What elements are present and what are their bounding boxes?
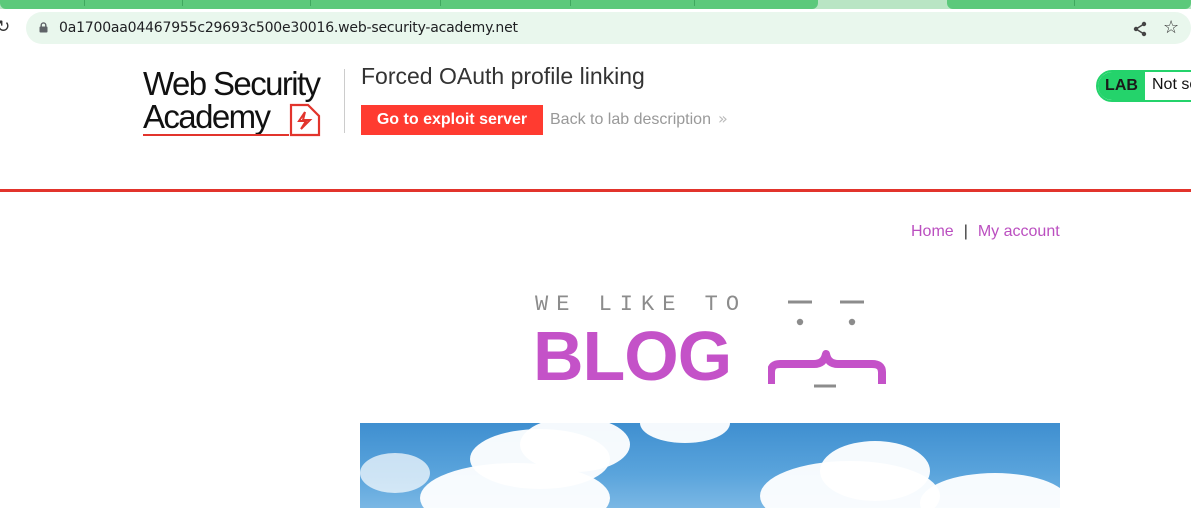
my-account-link[interactable]: My account [978,223,1060,240]
logo-mark-icon [289,103,321,137]
share-icon[interactable] [1132,21,1148,37]
home-link[interactable]: Home [911,223,954,240]
nav-separator: | [963,223,968,240]
tab-separator [694,0,695,6]
cloud [360,453,430,493]
tab-separator [310,0,311,6]
cloud [820,441,930,501]
cloud [640,423,730,443]
blog-hero-image [360,423,1060,508]
double-chevron-right-icon[interactable]: » [718,109,728,128]
lab-title: Forced OAuth profile linking [361,63,645,89]
lock-icon[interactable] [39,22,48,33]
tab-separator [570,0,571,6]
star-icon[interactable]: ☆ [1163,17,1179,38]
browser-tab-strip [0,0,1191,9]
lab-status-text: Not solved [1152,76,1191,93]
browser-tab[interactable] [947,0,1191,9]
browser-tab[interactable] [0,0,818,9]
browser-toolbar: ↻ 0a1700aa04467955c29693c500e30016.web-s… [0,9,1191,47]
web-security-academy-logo[interactable]: Web Security Academy [143,67,343,143]
reload-icon[interactable]: ↻ [0,17,10,37]
logo-underline [143,134,289,136]
tab-separator [84,0,85,6]
lab-status-badge: LAB [1098,72,1145,100]
url-text[interactable]: 0a1700aa04467955c29693c500e30016.web-sec… [59,20,518,36]
blog-banner: WE LIKE TO BLOG [533,290,893,395]
lab-status-widget: LAB Not solved [1096,70,1191,102]
lab-header: Web Security Academy Forced OAuth profil… [0,47,1191,190]
tab-separator [440,0,441,6]
header-divider [344,69,345,133]
cloud [920,473,1060,508]
logo-line-1: Web Security [143,65,321,102]
go-to-exploit-server-button[interactable]: Go to exploit server [361,105,543,135]
address-bar[interactable]: 0a1700aa04467955c29693c500e30016.web-sec… [26,12,1191,44]
back-to-lab-description-link[interactable]: Back to lab description [550,111,711,129]
blog-nav: Home | My account [911,223,1060,241]
header-red-rule [0,189,1191,192]
banner-word: BLOG [533,317,732,395]
banner-tagline: WE LIKE TO [535,292,748,317]
tab-separator [1074,0,1075,6]
blog-face-icon [768,300,886,388]
tab-separator [182,0,183,6]
